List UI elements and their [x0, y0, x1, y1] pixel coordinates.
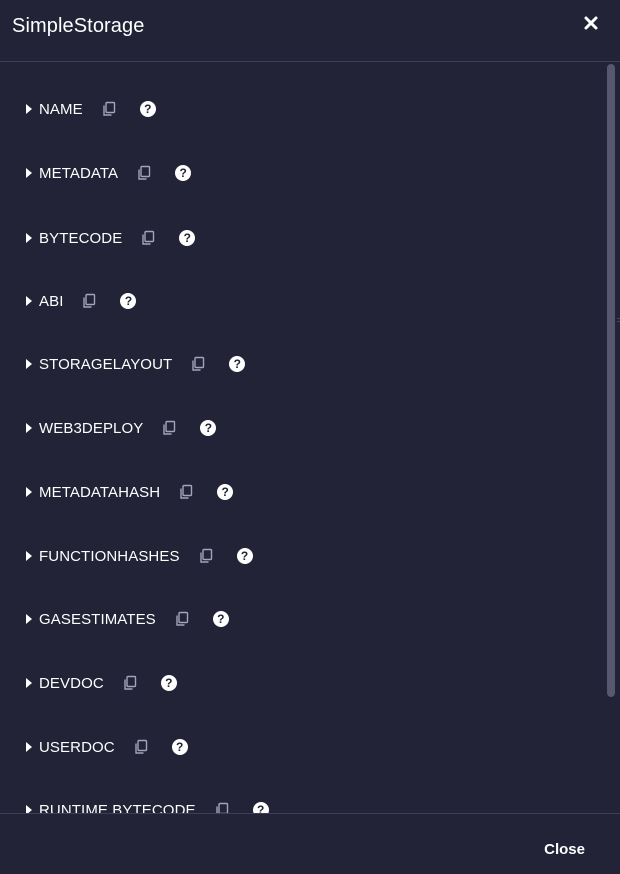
close-button[interactable]: Close — [544, 841, 585, 858]
caret-right-icon[interactable] — [26, 805, 32, 813]
property-row-abi[interactable]: ABI ? — [26, 290, 137, 312]
contract-details-modal: SimpleStorage NAME ? METADATA ? BYTECODE… — [0, 0, 620, 874]
property-label[interactable]: ABI — [39, 293, 63, 310]
property-label[interactable]: NAME — [39, 101, 83, 118]
property-label[interactable]: RUNTIME BYTECODE — [39, 802, 196, 814]
modal-title: SimpleStorage — [12, 15, 145, 37]
property-row-name[interactable]: NAME ? — [26, 98, 156, 120]
modal-header: SimpleStorage — [0, 0, 620, 62]
caret-right-icon[interactable] — [26, 296, 32, 306]
property-label[interactable]: USERDOC — [39, 739, 115, 756]
property-row-bytecode[interactable]: BYTECODE ? — [26, 227, 196, 249]
question-circle-icon[interactable]: ? — [171, 739, 188, 755]
property-row-userdoc[interactable]: USERDOC ? — [26, 736, 188, 758]
question-circle-icon[interactable]: ? — [252, 802, 269, 813]
copy-icon[interactable] — [174, 611, 190, 627]
question-circle-icon[interactable]: ? — [120, 293, 137, 309]
caret-right-icon[interactable] — [26, 168, 32, 178]
caret-right-icon[interactable] — [26, 487, 32, 497]
copy-icon[interactable] — [178, 484, 194, 500]
property-row-metadatahash[interactable]: METADATAHASH ? — [26, 481, 234, 503]
copy-icon[interactable] — [122, 675, 138, 691]
property-label[interactable]: GASESTIMATES — [39, 611, 156, 628]
property-label[interactable]: FUNCTIONHASHES — [39, 548, 180, 565]
question-circle-icon[interactable]: ? — [212, 611, 229, 627]
caret-right-icon[interactable] — [26, 359, 32, 369]
copy-icon[interactable] — [161, 420, 177, 436]
copy-icon[interactable] — [133, 739, 149, 755]
modal-footer: Close — [0, 813, 620, 874]
property-row-devdoc[interactable]: DEVDOC ? — [26, 672, 177, 694]
caret-right-icon[interactable] — [26, 551, 32, 561]
property-row-web3deploy[interactable]: WEB3DEPLOY ? — [26, 417, 217, 439]
copy-icon[interactable] — [190, 356, 206, 372]
close-icon[interactable] — [582, 14, 600, 32]
property-row-metadata[interactable]: METADATA ? — [26, 162, 192, 184]
property-label[interactable]: METADATAHASH — [39, 484, 160, 501]
property-label[interactable]: WEB3DEPLOY — [39, 420, 143, 437]
copy-icon[interactable] — [136, 165, 152, 181]
modal-body[interactable]: NAME ? METADATA ? BYTECODE ? ABI ? STORA… — [0, 62, 620, 813]
property-row-storagelayout[interactable]: STORAGELAYOUT ? — [26, 353, 246, 375]
question-circle-icon[interactable]: ? — [179, 230, 196, 246]
caret-right-icon[interactable] — [26, 614, 32, 624]
question-circle-icon[interactable]: ? — [200, 420, 217, 436]
caret-right-icon[interactable] — [26, 678, 32, 688]
copy-icon[interactable] — [214, 802, 230, 813]
copy-icon[interactable] — [81, 293, 97, 309]
caret-right-icon[interactable] — [26, 423, 32, 433]
copy-icon[interactable] — [140, 230, 156, 246]
caret-right-icon[interactable] — [26, 233, 32, 243]
question-circle-icon[interactable]: ? — [139, 101, 156, 117]
question-circle-icon[interactable]: ? — [175, 165, 192, 181]
property-row-functionhashes[interactable]: FUNCTIONHASHES ? — [26, 545, 253, 567]
property-label[interactable]: METADATA — [39, 165, 118, 182]
question-circle-icon[interactable]: ? — [236, 548, 253, 564]
caret-right-icon[interactable] — [26, 742, 32, 752]
property-label[interactable]: BYTECODE — [39, 230, 122, 247]
scrollbar-thumb[interactable] — [607, 64, 615, 697]
caret-right-icon[interactable] — [26, 104, 32, 114]
property-row-runtime-bytecode[interactable]: RUNTIME BYTECODE ? — [26, 799, 269, 813]
copy-icon[interactable] — [101, 101, 117, 117]
question-circle-icon[interactable]: ? — [229, 356, 246, 372]
question-circle-icon[interactable]: ? — [217, 484, 234, 500]
question-circle-icon[interactable]: ? — [160, 675, 177, 691]
property-label[interactable]: STORAGELAYOUT — [39, 356, 172, 373]
copy-icon[interactable] — [198, 548, 214, 564]
property-row-gasestimates[interactable]: GASESTIMATES ? — [26, 608, 229, 630]
property-label[interactable]: DEVDOC — [39, 675, 104, 692]
